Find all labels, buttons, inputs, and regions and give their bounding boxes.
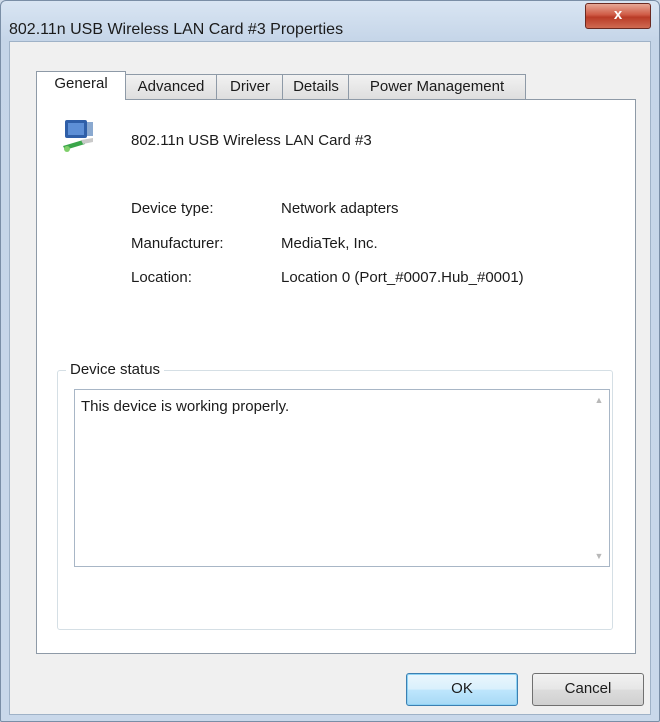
location-value: Location 0 (Port_#0007.Hub_#0001) <box>281 269 524 286</box>
location-label: Location: <box>131 269 192 286</box>
tab-advanced[interactable]: Advanced <box>124 74 218 99</box>
general-tab-panel: 802.11n USB Wireless LAN Card #3 Device … <box>36 99 636 654</box>
window-title: 802.11n USB Wireless LAN Card #3 Propert… <box>9 21 344 38</box>
scroll-up-arrow-icon[interactable]: ▲ <box>591 392 607 408</box>
device-type-value: Network adapters <box>281 200 399 217</box>
manufacturer-label: Manufacturer: <box>131 235 224 252</box>
device-status-textbox[interactable]: This device is working properly. ▲ ▼ <box>74 389 610 567</box>
device-type-label: Device type: <box>131 200 214 217</box>
tab-details[interactable]: Details <box>282 74 350 99</box>
manufacturer-value: MediaTek, Inc. <box>281 235 378 252</box>
tab-driver[interactable]: Driver <box>216 74 284 99</box>
scroll-down-arrow-icon[interactable]: ▼ <box>591 548 607 564</box>
close-button[interactable]: x <box>585 3 651 29</box>
tab-power-management[interactable]: Power Management <box>348 74 526 99</box>
status-scrollbar[interactable]: ▲ ▼ <box>591 392 607 564</box>
ok-button[interactable]: OK <box>406 673 518 706</box>
properties-window: 802.11n USB Wireless LAN Card #3 Propert… <box>0 0 660 722</box>
network-adapter-icon <box>63 120 93 152</box>
device-status-label: Device status <box>66 361 165 378</box>
tab-general[interactable]: General <box>36 71 126 100</box>
dialog-client-area: General Advanced Driver Details Power Ma… <box>9 41 651 715</box>
device-status-group: Device status This device is working pro… <box>57 361 613 630</box>
device-status-text: This device is working properly. <box>81 398 290 415</box>
title-bar[interactable]: 802.11n USB Wireless LAN Card #3 Propert… <box>1 1 659 41</box>
cancel-button[interactable]: Cancel <box>532 673 644 706</box>
device-name: 802.11n USB Wireless LAN Card #3 <box>131 132 372 149</box>
